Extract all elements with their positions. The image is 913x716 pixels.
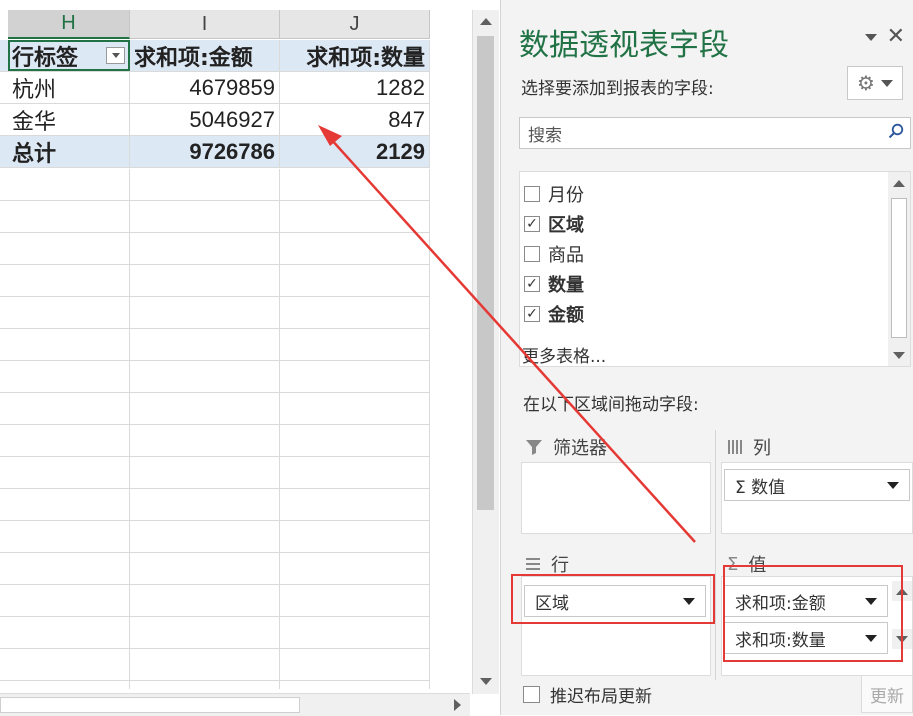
field-search-input[interactable]: 搜索 (519, 117, 911, 149)
spreadsheet[interactable]: H I J 行标签 求和项:金额 求和项:数量 杭州 4679859 1282 … (0, 0, 470, 715)
search-placeholder: 搜索 (528, 126, 562, 146)
field-label: 数量 (548, 275, 584, 296)
search-icon (888, 123, 904, 139)
field-label: 金额 (548, 305, 584, 326)
columns-icon (728, 440, 742, 454)
defer-label: 推迟布局更新 (550, 687, 652, 707)
tools-gear-button[interactable]: ⚙ (847, 66, 903, 100)
row-label-cell[interactable]: 金华 (8, 104, 130, 135)
defer-checkbox[interactable] (523, 686, 540, 703)
amount-cell[interactable]: 4679859 (130, 72, 280, 103)
close-icon[interactable]: ✕ (887, 26, 905, 48)
scroll-up-button[interactable] (888, 172, 910, 194)
filters-drop-area[interactable] (521, 462, 711, 534)
chevron-down-icon[interactable] (887, 482, 899, 489)
update-button[interactable]: 更新 (861, 675, 913, 713)
pivot-fields-pane: 数据透视表字段 ✕ 选择要添加到报表的字段: ⚙ 搜索 月份 ✓ 区域 商品 ✓… (500, 0, 913, 715)
field-label: 商品 (548, 245, 584, 266)
scroll-up-button[interactable] (473, 10, 499, 32)
scroll-right-button[interactable] (444, 694, 470, 716)
field-list[interactable]: 月份 ✓ 区域 商品 ✓ 数量 ✓ 金额 更多表格... (519, 171, 911, 367)
columns-chip-label: Σ 数值 (735, 477, 786, 498)
filters-area-label: 筛选器 (525, 434, 607, 460)
table-row: 杭州 4679859 1282 (0, 72, 430, 104)
empty-grid-cells[interactable] (0, 169, 430, 689)
defer-layout-update[interactable]: 推迟布局更新 (523, 682, 652, 707)
row-label-cell[interactable]: 杭州 (8, 72, 130, 103)
pane-tools: ✕ (864, 26, 905, 48)
table-row: 金华 5046927 847 (0, 104, 430, 136)
choose-fields-label: 选择要添加到报表的字段: (521, 79, 714, 99)
filters-label-text: 筛选器 (553, 438, 607, 459)
scroll-thumb[interactable] (0, 697, 300, 713)
pane-title: 数据透视表字段 (519, 28, 729, 63)
row-label-header-text: 行标签 (12, 45, 79, 71)
sheet-horizontal-scrollbar[interactable] (0, 693, 470, 716)
field-checkbox[interactable]: ✓ (524, 276, 540, 292)
field-checkbox[interactable]: ✓ (524, 216, 540, 232)
more-tables-link[interactable]: 更多表格... (522, 342, 606, 366)
sum-qty-header-cell[interactable]: 求和项:数量 (280, 40, 430, 71)
columns-area-label: 列 (727, 434, 771, 460)
field-list-scrollbar[interactable] (888, 172, 910, 366)
pane-options-chevron-icon[interactable] (864, 33, 877, 41)
field-item-product[interactable]: 商品 (524, 240, 584, 268)
qty-cell[interactable]: 1282 (280, 72, 430, 103)
gear-icon: ⚙ (857, 71, 875, 95)
scroll-down-button[interactable] (473, 670, 499, 692)
field-item-region[interactable]: ✓ 区域 (524, 210, 584, 238)
pivot-header-row: 行标签 求和项:金额 求和项:数量 (0, 40, 430, 72)
sheet-vertical-scrollbar[interactable] (472, 10, 499, 694)
field-checkbox[interactable] (524, 186, 540, 202)
values-highlight-box (723, 565, 903, 662)
field-label: 区域 (548, 215, 584, 236)
field-item-amount[interactable]: ✓ 金额 (524, 300, 584, 328)
field-item-quantity[interactable]: ✓ 数量 (524, 270, 584, 298)
field-checkbox[interactable] (524, 246, 540, 262)
row-label-header-cell[interactable]: 行标签 (8, 40, 130, 71)
sum-amount-header-cell[interactable]: 求和项:金额 (130, 40, 280, 71)
columns-drop-area[interactable]: Σ 数值 (721, 462, 913, 534)
amount-cell[interactable]: 5046927 (130, 104, 280, 135)
rows-icon (526, 558, 540, 570)
column-header-j[interactable]: J (280, 10, 430, 39)
filter-icon (526, 440, 542, 455)
column-header-i[interactable]: I (130, 10, 280, 39)
rows-highlight-box (511, 574, 715, 624)
total-label-cell[interactable]: 总计 (8, 136, 130, 167)
columns-field-chip[interactable]: Σ 数值 (724, 469, 910, 501)
total-amount-cell[interactable]: 9726786 (130, 136, 280, 167)
scroll-thumb[interactable] (891, 198, 907, 338)
scroll-down-button[interactable] (888, 344, 910, 366)
qty-cell[interactable]: 847 (280, 104, 430, 135)
scroll-thumb[interactable] (477, 36, 494, 510)
field-checkbox[interactable]: ✓ (524, 306, 540, 322)
field-item-month[interactable]: 月份 (524, 180, 584, 208)
row-filter-dropdown-button[interactable] (106, 47, 125, 64)
column-header-h[interactable]: H (8, 10, 130, 39)
columns-label-text: 列 (753, 438, 771, 459)
drag-fields-label: 在以下区域间拖动字段: (523, 395, 699, 415)
area-divider (715, 430, 716, 680)
total-qty-cell[interactable]: 2129 (280, 136, 430, 167)
grand-total-row: 总计 9726786 2129 (0, 136, 430, 168)
field-label: 月份 (548, 185, 584, 206)
chevron-down-icon (880, 79, 893, 87)
